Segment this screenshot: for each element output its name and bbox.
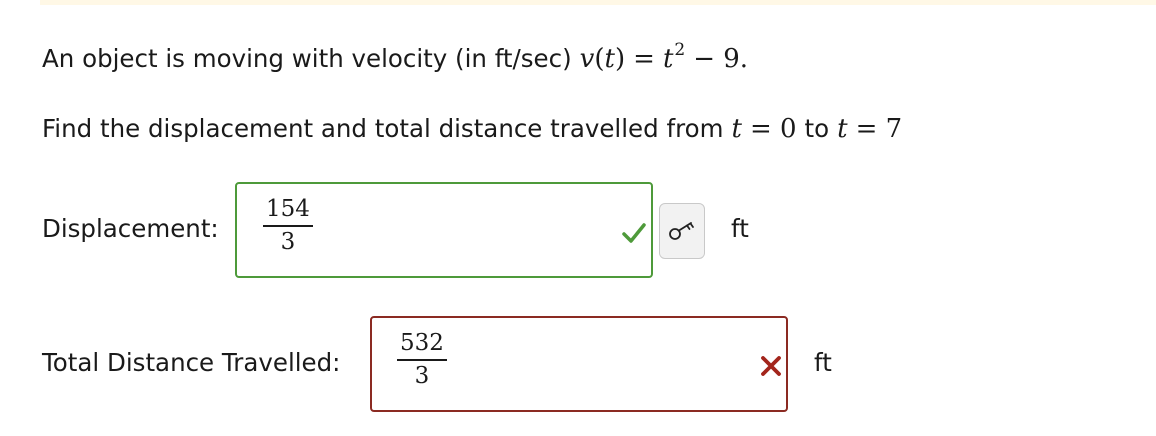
- checkmark-icon: [622, 223, 646, 243]
- total-distance-label: Total Distance Travelled:: [42, 348, 341, 377]
- velocity-rhs-var: t: [662, 44, 674, 74]
- velocity-function-var: t: [604, 44, 615, 74]
- displacement-label: Displacement:: [42, 214, 219, 243]
- velocity-rhs-rest: − 9.: [693, 44, 749, 74]
- interval-end-var: t: [837, 114, 848, 144]
- displacement-denominator: 3: [280, 228, 296, 255]
- displacement-fraction: 154 3: [263, 198, 313, 254]
- interval-start-var: t: [731, 114, 742, 144]
- total-distance-fraction: 532 3: [397, 332, 447, 388]
- cross-icon: [761, 356, 781, 376]
- question-intro-text: An object is moving with velocity (in ft…: [42, 44, 572, 73]
- question-task-text: Find the displacement and total distance…: [42, 114, 724, 143]
- velocity-exponent: 2: [674, 40, 686, 60]
- interval-end-value: = 7: [855, 114, 903, 144]
- displacement-numerator: 154: [266, 196, 310, 222]
- velocity-function-name: v: [579, 44, 595, 74]
- total-distance-numerator: 532: [400, 330, 444, 356]
- interval-to-text: to: [804, 114, 830, 143]
- interval-start-value: = 0: [749, 114, 797, 144]
- question-line-1: An object is moving with velocity (in ft…: [42, 40, 749, 74]
- displacement-input[interactable]: 154 3: [235, 182, 653, 278]
- key-icon: [669, 222, 694, 240]
- displacement-unit: ft: [731, 214, 749, 243]
- answer-key-button[interactable]: [659, 203, 705, 259]
- header-band: [40, 0, 1156, 5]
- total-distance-unit: ft: [814, 348, 832, 377]
- question-line-2: Find the displacement and total distance…: [42, 114, 902, 144]
- total-distance-denominator: 3: [414, 362, 430, 389]
- total-distance-input[interactable]: 532 3: [370, 316, 788, 412]
